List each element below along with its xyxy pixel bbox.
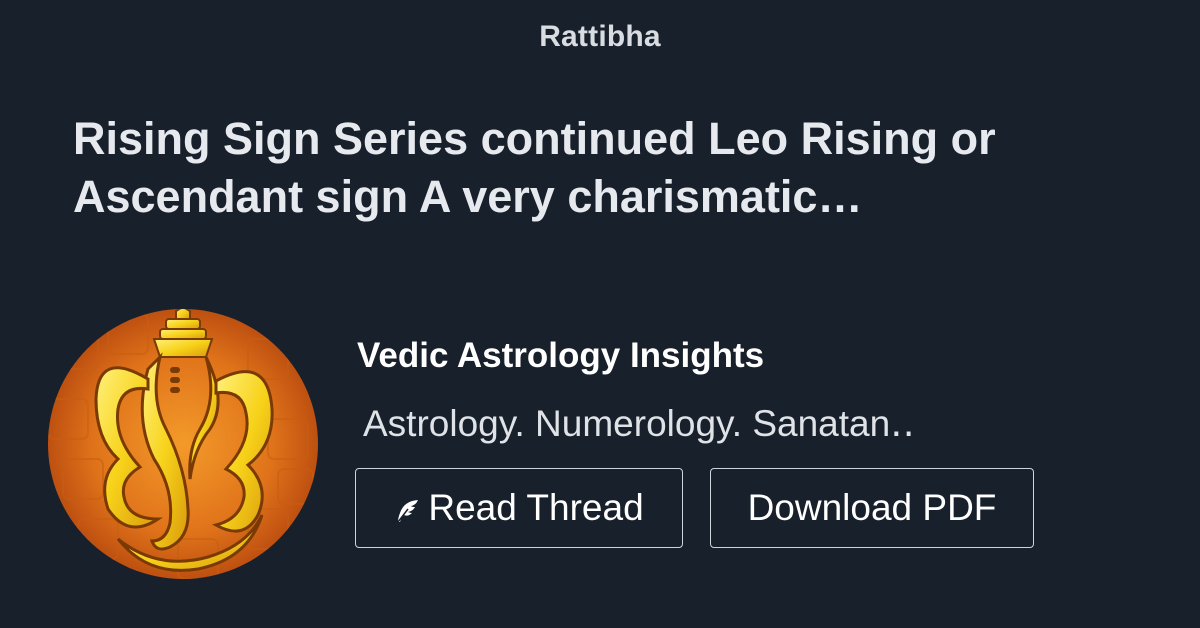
read-thread-label: Read Thread (428, 487, 644, 528)
brand-name: Rattibha (539, 20, 661, 53)
download-pdf-button[interactable]: Download PDF (710, 468, 1034, 548)
feather-icon (397, 500, 419, 523)
avatar (48, 309, 318, 579)
ganesha-logo-icon (48, 309, 318, 579)
read-thread-button[interactable]: Read Thread (355, 468, 683, 548)
author-name[interactable]: Vedic Astrology Insights (357, 336, 764, 376)
author-bio: Astrology. Numerology. Sanatan‥ (363, 403, 915, 444)
download-pdf-label: Download PDF (747, 487, 997, 528)
thread-title: Rising Sign Series continued Leo Rising … (73, 113, 996, 222)
